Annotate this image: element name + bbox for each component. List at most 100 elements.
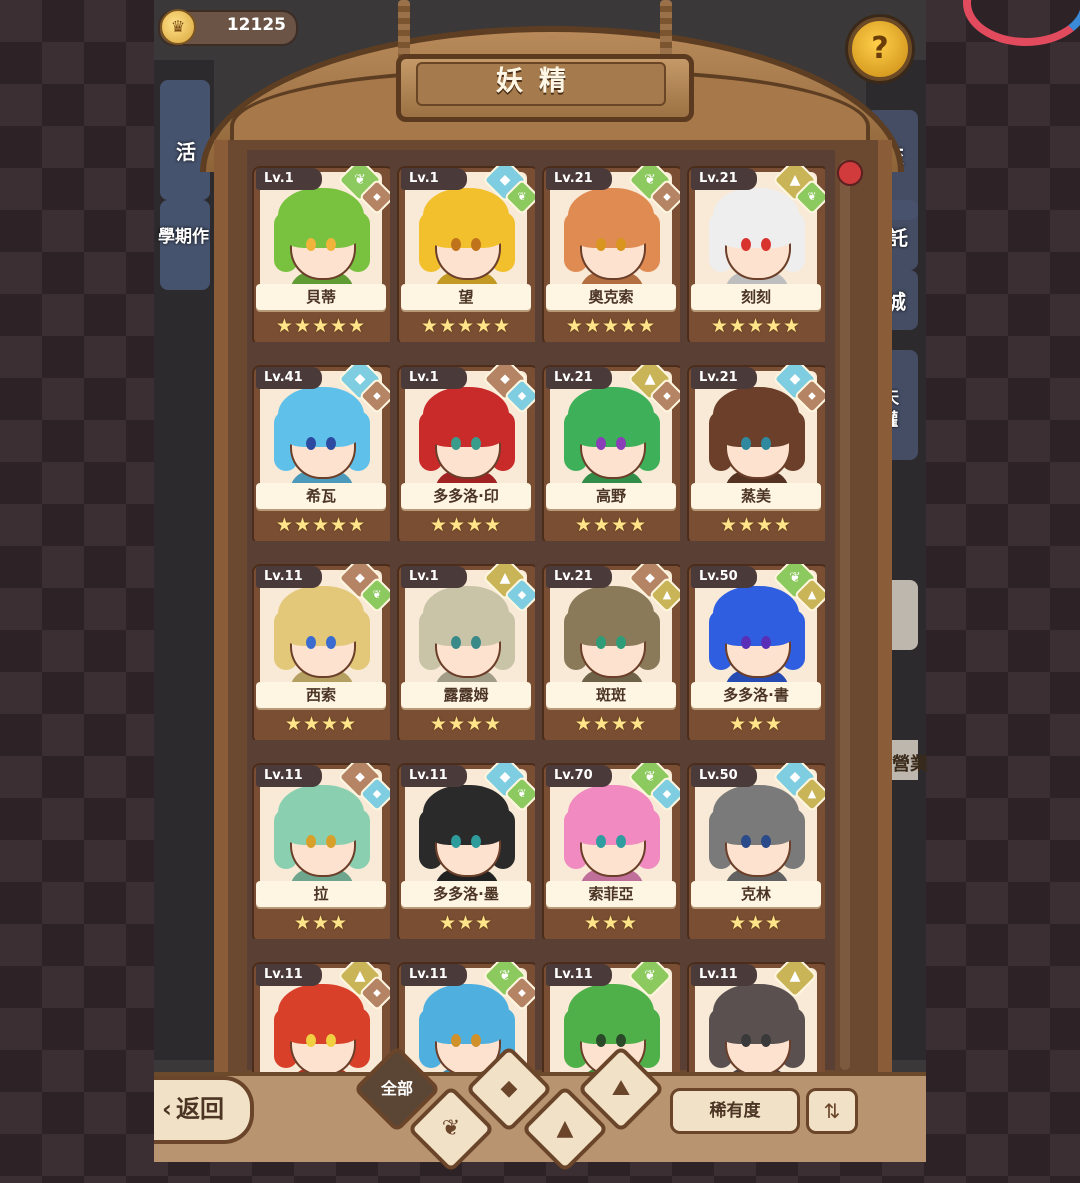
- rock-icon: ▲: [556, 1116, 574, 1141]
- fairy-hair: [423, 387, 509, 447]
- left-peek-text-1: 活: [176, 140, 196, 164]
- level-label: Lv.11: [256, 765, 322, 787]
- eye-right: [616, 437, 626, 450]
- fairy-name: 斑斑: [546, 682, 676, 708]
- mountain-icon: ⛰: [611, 1076, 631, 1101]
- fairy-card[interactable]: Lv.11 ⬥ ❦ 西索 ★★★★: [252, 564, 390, 740]
- level-label: Lv.70: [546, 765, 612, 787]
- fairy-card[interactable]: Lv.11 ▲ ⬥: [252, 962, 390, 1072]
- star-rating: ★★★: [438, 912, 494, 934]
- level-label: Lv.11: [691, 964, 757, 986]
- fairy-hair: [713, 984, 799, 1044]
- eye-left: [306, 437, 316, 450]
- eye-right: [326, 835, 336, 848]
- grid-scrollbar[interactable]: [840, 160, 850, 1070]
- fairy-hair: [713, 387, 799, 447]
- sort-order-button[interactable]: ⇅: [806, 1088, 858, 1134]
- fairy-name: 多多洛·書: [691, 682, 821, 708]
- fairy-hair: [278, 586, 364, 646]
- fairy-name: 希瓦: [256, 483, 386, 509]
- fairy-hair: [278, 387, 364, 447]
- star-rating: ★★★★★: [275, 315, 367, 337]
- water-drop-icon: ◆: [500, 1076, 518, 1101]
- level-label: Lv.21: [691, 367, 757, 389]
- eye-right: [471, 835, 481, 848]
- fairy-card[interactable]: Lv.70 ❦ ◆ 索菲亞 ★★★: [542, 763, 680, 939]
- fairy-card[interactable]: Lv.50 ◆ ▲ 克林 ★★★: [687, 763, 825, 939]
- fairy-card[interactable]: Lv.21 ▲ ⬥ 高野 ★★★★: [542, 365, 680, 541]
- chevron-left-icon: ‹: [162, 1095, 172, 1123]
- fairy-card[interactable]: Lv.1 ▲ ◆ 露露姆 ★★★★: [397, 564, 535, 740]
- fairy-card[interactable]: Lv.11 ⬥ ◆ 拉 ★★★: [252, 763, 390, 939]
- star-rating: ★★★★: [284, 713, 358, 735]
- fairy-name: 索菲亞: [546, 881, 676, 907]
- fairy-card[interactable]: Lv.21 ⬥ ▲ 斑斑 ★★★★: [542, 564, 680, 740]
- fairy-card[interactable]: Lv.21 ◆ ⬥ 蒸美 ★★★★: [687, 365, 825, 541]
- help-button[interactable]: ?: [848, 17, 912, 81]
- eye-right: [326, 1034, 336, 1047]
- level-label: Lv.11: [256, 964, 322, 986]
- fairy-card[interactable]: Lv.1 ❦ ⬥ 貝蒂 ★★★★★: [252, 166, 390, 342]
- fairy-name: 奧克索: [546, 284, 676, 310]
- level-label: Lv.1: [401, 367, 467, 389]
- fairy-name: 貝蒂: [256, 284, 386, 310]
- filter-all-label: 全部: [380, 1079, 413, 1098]
- fairy-name: 拉: [256, 881, 386, 907]
- fairy-name: 高野: [546, 483, 676, 509]
- star-rating: ★★★★★: [710, 315, 802, 337]
- eye-right: [471, 636, 481, 649]
- fairy-card[interactable]: Lv.1 ◆ ❦ 望 ★★★★★: [397, 166, 535, 342]
- star-rating: ★★★★★: [565, 315, 657, 337]
- eye-right: [326, 238, 336, 251]
- decor-ring: [963, 0, 1080, 46]
- sign-rope-left: [398, 0, 410, 60]
- fairy-hair: [713, 785, 799, 845]
- fairy-card[interactable]: Lv.21 ❦ ⬥ 奧克索 ★★★★★: [542, 166, 680, 342]
- fairy-name: 西索: [256, 682, 386, 708]
- fairy-card[interactable]: Lv.50 ❦ ▲ 多多洛·書 ★★★: [687, 564, 825, 740]
- eye-left: [596, 238, 606, 251]
- sort-order-icon: ⇅: [823, 1099, 841, 1123]
- fairy-hair: [423, 785, 509, 845]
- sort-rarity-button[interactable]: 稀有度: [670, 1088, 800, 1134]
- fairy-hair: [713, 586, 799, 646]
- fairy-card[interactable]: Lv.41 ◆ ⬥ 希瓦 ★★★★★: [252, 365, 390, 541]
- star-rating: ★★★★: [429, 713, 503, 735]
- right-peek-text-7: 營業: [892, 754, 928, 775]
- fairy-card[interactable]: Lv.11 ◆ ❦ 多多洛·墨 ★★★: [397, 763, 535, 939]
- back-button[interactable]: ‹ 返回: [154, 1076, 254, 1144]
- fairy-hair: [278, 785, 364, 845]
- level-label: Lv.50: [691, 566, 757, 588]
- eye-left: [596, 636, 606, 649]
- level-label: Lv.1: [256, 168, 322, 190]
- level-label: Lv.11: [401, 765, 467, 787]
- star-rating: ★★★★: [574, 514, 648, 536]
- eye-right: [761, 636, 771, 649]
- eye-right: [761, 437, 771, 450]
- eye-right: [616, 835, 626, 848]
- level-label: Lv.50: [691, 765, 757, 787]
- fairy-hair: [278, 188, 364, 248]
- eye-right: [616, 238, 626, 251]
- eye-right: [326, 437, 336, 450]
- notification-bell-icon[interactable]: [837, 160, 863, 186]
- fairy-card[interactable]: Lv.1 ⬥ ◆ 多多洛·印 ★★★★: [397, 365, 535, 541]
- left-peek-text-2: 學期作: [158, 227, 209, 247]
- fairy-card[interactable]: Lv.21 ▲ ❦ 刻刻 ★★★★★: [687, 166, 825, 342]
- level-label: Lv.1: [401, 566, 467, 588]
- eye-right: [326, 636, 336, 649]
- fairy-card[interactable]: Lv.11 ▲: [687, 962, 825, 1072]
- fairy-name: 露露姆: [401, 682, 531, 708]
- eye-right: [761, 238, 771, 251]
- eye-left: [741, 238, 751, 251]
- eye-left: [451, 636, 461, 649]
- star-rating: ★★★★★: [420, 315, 512, 337]
- star-rating: ★★★★★: [275, 514, 367, 536]
- fairy-name: 多多洛·印: [401, 483, 531, 509]
- level-label: Lv.21: [691, 168, 757, 190]
- level-label: Lv.1: [401, 168, 467, 190]
- star-rating: ★★★★: [429, 514, 503, 536]
- star-rating: ★★★★: [719, 514, 793, 536]
- fairy-hair: [423, 984, 509, 1044]
- eye-left: [306, 636, 316, 649]
